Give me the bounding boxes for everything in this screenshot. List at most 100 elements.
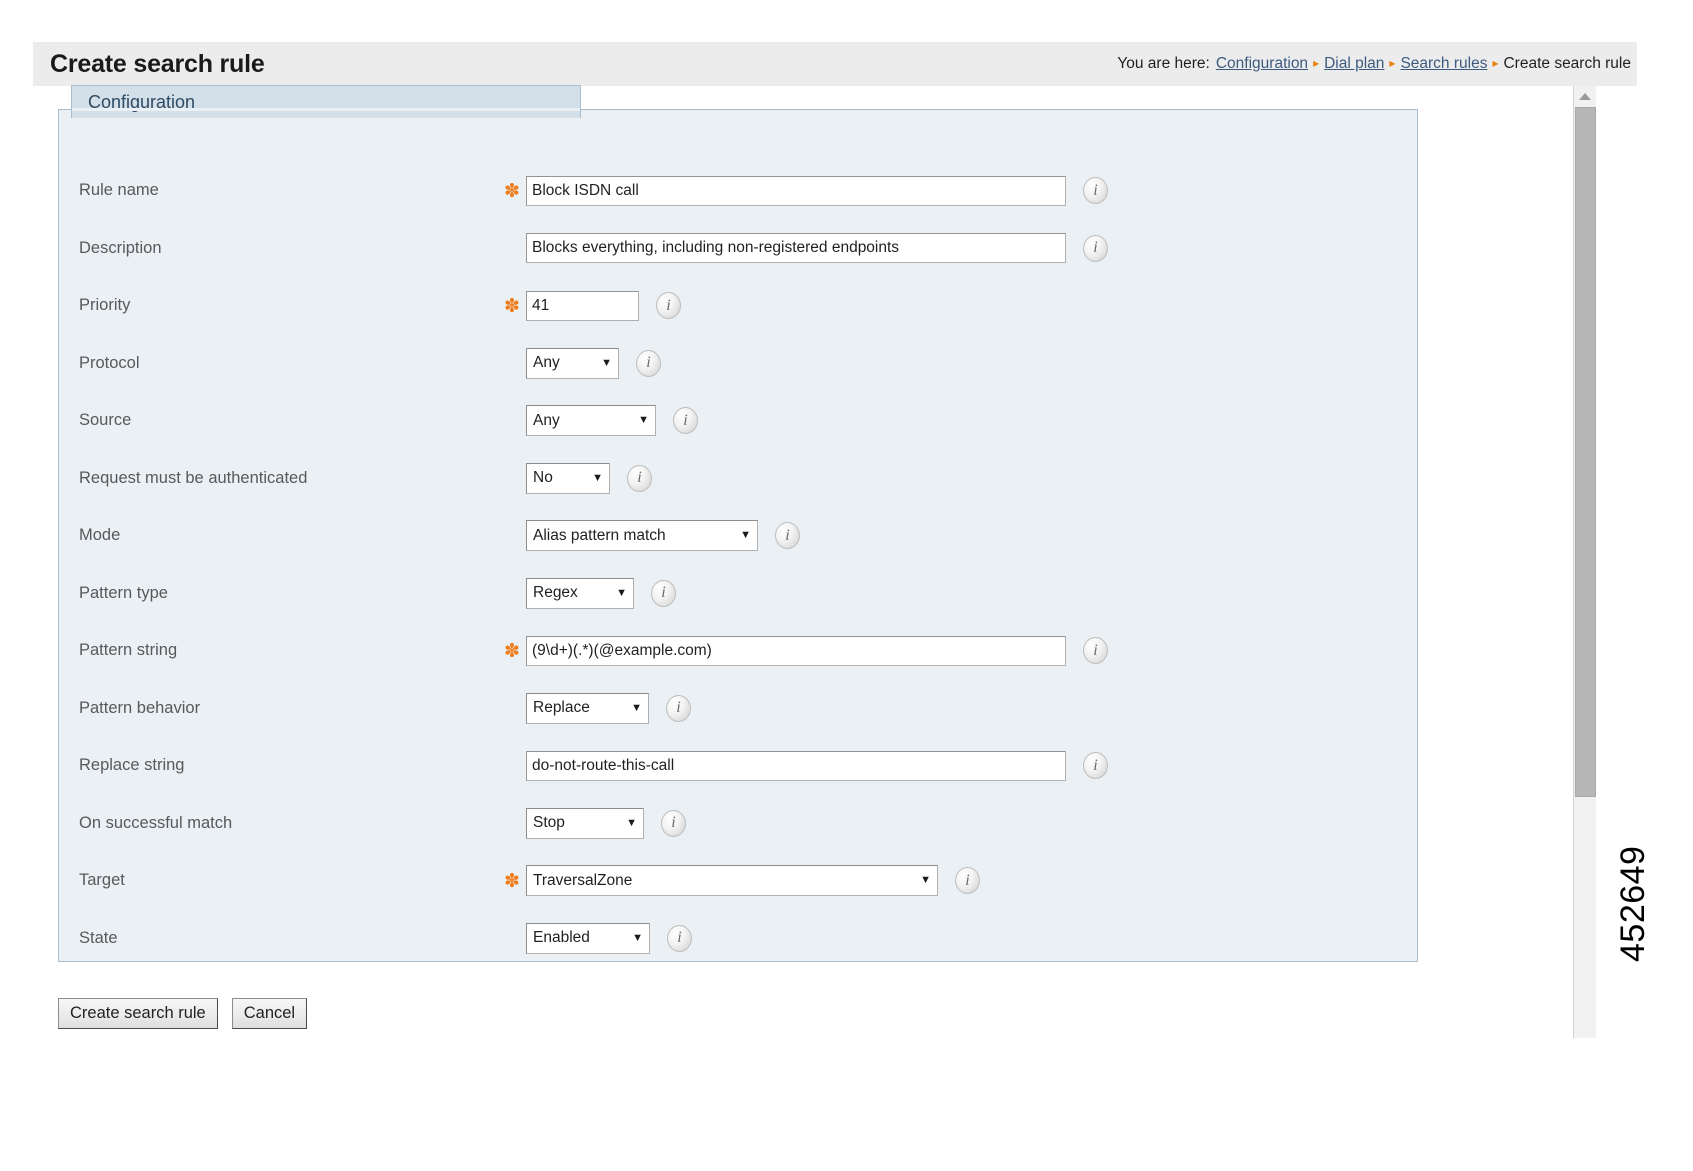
field-label: Description <box>79 238 162 257</box>
field-label: Replace string <box>79 756 185 775</box>
breadcrumb-prefix: You are here: <box>1117 55 1210 72</box>
field-label: State <box>79 928 118 947</box>
info-icon[interactable]: i <box>673 407 698 435</box>
chevron-down-icon: ▼ <box>632 931 643 944</box>
info-icon[interactable]: i <box>661 809 686 837</box>
form-row: Pattern string ✽ (9\d+)(.*)(@example.com) i <box>59 622 1417 680</box>
field-label: Target <box>79 871 125 890</box>
panel-legend: Configuration <box>71 85 581 118</box>
content-canvas: Configuration Rule name ✽ Block ISDN call i… <box>33 85 1637 1126</box>
required-asterisk-spacer: ✽ <box>504 757 526 776</box>
configuration-form: Rule name✽Block ISDN calliDescription✽Bl… <box>59 162 1417 967</box>
breadcrumb: You are here: Configuration ▸ Dial plan … <box>1117 55 1631 73</box>
chevron-down-icon: ▼ <box>638 414 649 427</box>
page-root: Create search rule You are here: Configu… <box>0 0 1693 1171</box>
field-label: Request must be authenticated <box>79 468 308 487</box>
chevron-down-icon: ▼ <box>616 586 627 599</box>
select-dropdown[interactable]: Alias pattern match ▼ <box>526 520 758 552</box>
field-label: Mode <box>79 526 121 545</box>
create-search-rule-button[interactable]: Create search rule <box>58 998 218 1030</box>
form-row: Protocol ✽ Any ▼ i <box>59 335 1417 393</box>
field-label: Source <box>79 411 132 430</box>
text-input[interactable]: 41 <box>526 290 639 321</box>
chevron-down-icon: ▼ <box>631 701 642 714</box>
field-label: On successful match <box>79 813 233 832</box>
chevron-down-icon: ▼ <box>601 356 612 369</box>
select-dropdown[interactable]: Stop ▼ <box>526 807 644 839</box>
required-asterisk-icon: ✽ <box>504 871 520 893</box>
select-dropdown[interactable]: No ▼ <box>526 462 610 494</box>
scroll-up-arrow-icon[interactable] <box>1574 86 1596 106</box>
field-label: Rule name <box>79 181 159 200</box>
select-dropdown[interactable]: Any ▼ <box>526 405 656 437</box>
info-icon[interactable]: i <box>955 867 980 895</box>
cancel-button[interactable]: Cancel <box>231 998 308 1030</box>
select-dropdown[interactable]: Enabled ▼ <box>526 922 650 954</box>
info-icon[interactable]: i <box>1083 234 1108 262</box>
info-icon[interactable]: i <box>651 579 676 607</box>
required-asterisk-spacer: ✽ <box>504 355 526 374</box>
form-row: On successful match ✽ Stop ▼ i <box>59 795 1417 853</box>
form-row: Target ✽ TraversalZone ▼ i <box>59 852 1417 910</box>
select-value: TraversalZone <box>533 871 633 889</box>
field-label: Pattern behavior <box>79 698 201 717</box>
field-label: Priority <box>79 296 131 315</box>
info-icon[interactable]: i <box>666 694 691 722</box>
info-icon[interactable]: i <box>775 522 800 550</box>
required-asterisk-spacer: ✽ <box>504 815 526 834</box>
scrollbar-thumb[interactable] <box>1575 107 1596 797</box>
breadcrumb-link-configuration[interactable]: Configuration <box>1216 55 1308 73</box>
form-row: Replace string ✽do-not-route-this-call i <box>59 737 1417 795</box>
text-input[interactable]: Block ISDN call <box>526 175 1066 206</box>
required-asterisk-icon: ✽ <box>504 641 520 663</box>
chevron-down-icon: ▼ <box>592 471 603 484</box>
info-icon[interactable]: i <box>1083 752 1108 780</box>
select-dropdown[interactable]: Regex ▼ <box>526 577 634 609</box>
form-row: Source ✽ Any ▼ i <box>59 392 1417 450</box>
chevron-down-icon: ▼ <box>626 816 637 829</box>
form-row: Priority ✽ 41 i <box>59 277 1417 335</box>
info-icon[interactable]: i <box>667 924 692 952</box>
breadcrumb-separator-icon: ▸ <box>1389 56 1396 70</box>
breadcrumb-link-dial-plan[interactable]: Dial plan <box>1324 55 1384 73</box>
select-value: Alias pattern match <box>533 526 666 544</box>
form-row: Request must be authenticated ✽ No ▼ i <box>59 450 1417 508</box>
breadcrumb-current: Create search rule <box>1503 55 1631 72</box>
required-asterisk-spacer: ✽ <box>504 412 526 431</box>
info-icon[interactable]: i <box>1083 637 1108 665</box>
figure-number: 452649 <box>1614 845 1652 962</box>
select-value: Regex <box>533 584 578 602</box>
breadcrumb-separator-icon: ▸ <box>1492 56 1499 70</box>
field-label: Protocol <box>79 353 140 372</box>
text-input[interactable]: (9\d+)(.*)(@example.com) <box>526 635 1066 666</box>
info-icon[interactable]: i <box>636 349 661 377</box>
chevron-down-icon: ▼ <box>920 874 931 887</box>
text-input[interactable]: do-not-route-this-call <box>526 750 1066 781</box>
info-icon[interactable]: i <box>656 292 681 320</box>
form-row: Pattern behavior ✽ Replace ▼ i <box>59 680 1417 738</box>
configuration-panel: Configuration Rule name ✽ Block ISDN call i… <box>58 85 1418 962</box>
select-value: Any <box>533 411 560 429</box>
required-asterisk-spacer: ✽ <box>504 700 526 719</box>
select-dropdown[interactable]: Any ▼ <box>526 347 619 379</box>
text-input[interactable]: Blocks everything, including non-registe… <box>526 233 1066 264</box>
breadcrumb-separator-icon: ▸ <box>1313 56 1320 70</box>
form-row: Pattern type ✽ Regex ▼ i <box>59 565 1417 623</box>
required-asterisk-spacer: ✽ <box>504 240 526 259</box>
select-dropdown[interactable]: TraversalZone ▼ <box>526 865 938 897</box>
form-row: Description ✽Blocks everything, including… <box>59 220 1417 278</box>
select-value: No <box>533 469 553 487</box>
select-value: Stop <box>533 814 565 832</box>
form-row: State ✽ Enabled ▼ i <box>59 910 1417 968</box>
select-dropdown[interactable]: Replace ▼ <box>526 692 649 724</box>
select-value: Replace <box>533 699 590 717</box>
vertical-scrollbar[interactable] <box>1573 86 1596 1038</box>
info-icon[interactable]: i <box>1083 177 1108 205</box>
required-asterisk-spacer: ✽ <box>504 527 526 546</box>
breadcrumb-link-search-rules[interactable]: Search rules <box>1400 55 1487 73</box>
field-label: Pattern type <box>79 583 168 602</box>
info-icon[interactable]: i <box>627 464 652 492</box>
select-value: Enabled <box>533 929 590 947</box>
form-row: Mode ✽ Alias pattern match ▼ i <box>59 507 1417 565</box>
required-asterisk-spacer: ✽ <box>504 585 526 604</box>
